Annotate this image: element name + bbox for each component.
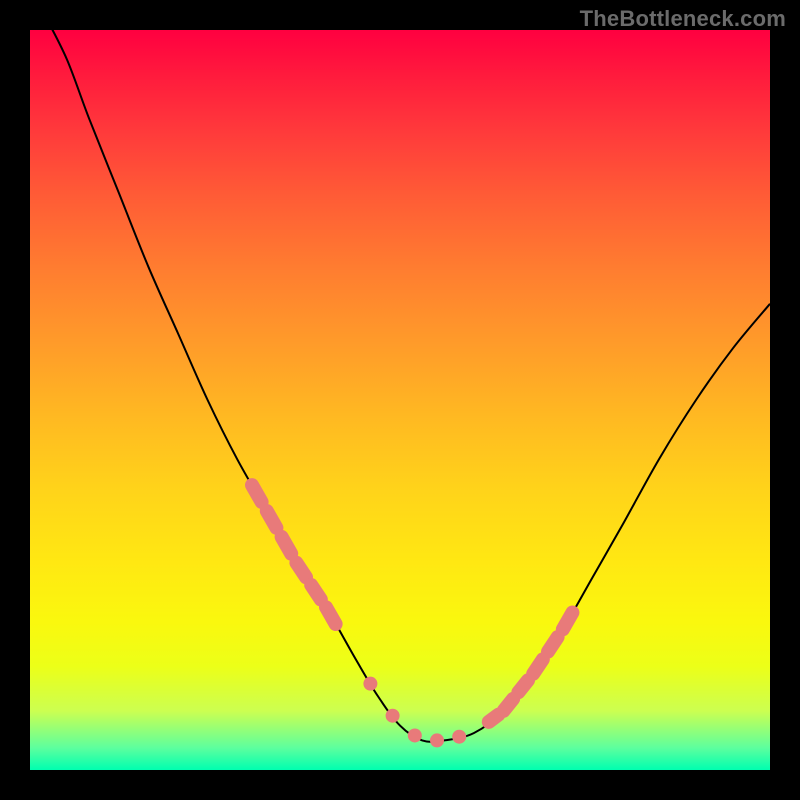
floor-dot — [452, 730, 466, 744]
highlight-dash — [518, 680, 528, 692]
highlight-dash — [533, 659, 543, 673]
highlight-dash — [282, 537, 292, 554]
highlight-dash — [548, 637, 558, 651]
floor-dot — [386, 709, 400, 723]
plot-area — [30, 30, 770, 770]
floor-dot — [408, 728, 422, 742]
floor-dot — [363, 677, 377, 691]
main-curve — [45, 15, 770, 742]
floor-dot — [430, 733, 444, 747]
curve-layer — [45, 15, 770, 742]
floor-dots — [363, 677, 466, 748]
highlight-dash — [267, 511, 277, 528]
highlight-dash — [326, 607, 336, 624]
chart-svg — [30, 30, 770, 770]
watermark-label: TheBottleneck.com — [580, 6, 786, 32]
chart-frame: TheBottleneck.com — [0, 0, 800, 800]
highlight-dash — [252, 485, 262, 502]
highlight-dash — [311, 585, 321, 599]
highlight-dash — [296, 563, 306, 577]
highlight-dash — [504, 699, 514, 711]
highlight-dash — [563, 613, 573, 630]
highlight-layer — [252, 485, 572, 722]
highlight-dash — [489, 715, 499, 722]
